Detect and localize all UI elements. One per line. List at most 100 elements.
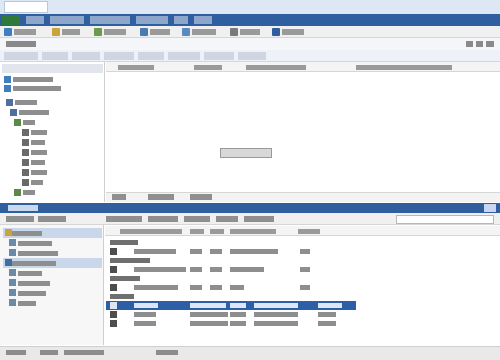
tree-item[interactable] [10,108,102,117]
tree-item[interactable] [22,138,102,147]
list-group-header[interactable] [106,256,496,265]
center-action-button[interactable] [220,148,272,158]
filter-button[interactable] [204,52,234,60]
search-input[interactable] [396,215,494,224]
filter-button[interactable] [168,52,200,60]
tab[interactable] [148,194,174,200]
tree-item[interactable] [22,128,102,137]
list-group-label [110,240,138,245]
tree-item-label [15,100,37,105]
properties-icon [272,28,280,36]
edit-icon [52,28,60,36]
filter-button[interactable] [138,52,164,60]
tree-item[interactable] [4,84,102,93]
panel-nav-item[interactable] [3,258,102,268]
tree-item-label [13,77,53,82]
column-header[interactable] [120,229,182,234]
toolbar-button[interactable] [182,28,224,36]
panel-toolbar-button[interactable] [106,216,142,222]
tree-item-label [19,110,49,115]
item-icon [110,266,117,273]
tree-item[interactable] [14,118,102,127]
toolbar-button[interactable] [94,28,134,36]
item-icon [110,284,117,291]
list-row[interactable] [106,319,496,328]
tab[interactable] [190,194,212,200]
panel-toolbar-button[interactable] [184,216,210,222]
panel-nav-item[interactable] [3,268,102,278]
panel-toolbar-button[interactable] [6,216,34,222]
list-row[interactable] [106,247,496,256]
tree-item[interactable] [14,188,102,197]
filter-button[interactable] [72,52,100,60]
list-cell [134,267,186,272]
menu-item[interactable] [174,16,188,24]
menu-item[interactable] [26,16,44,24]
tree-item[interactable] [22,168,102,177]
panel-nav-label [12,231,42,236]
toolbar-button[interactable] [230,28,266,36]
app-menu-button[interactable] [2,15,20,25]
list-row-selected[interactable] [106,301,356,310]
panel-toolbar-button[interactable] [148,216,178,222]
window-title [4,1,48,13]
filter-button[interactable] [4,52,38,60]
filter-button[interactable] [42,52,68,60]
toolbar-button[interactable] [140,28,176,36]
list-group-header[interactable] [106,292,496,301]
toolbar-button-label [62,29,80,35]
panel-toolbar-button[interactable] [38,216,66,222]
filter-button[interactable] [238,52,266,60]
refresh-icon[interactable] [486,41,494,47]
tree-item-label [23,120,35,125]
list-row[interactable] [106,265,496,274]
tree-item[interactable] [22,178,102,187]
list-group-header[interactable] [106,238,496,247]
tree-item-label [31,150,47,155]
folder-icon [14,119,21,126]
item-icon [110,311,117,318]
panel-toolbar-button[interactable] [244,216,274,222]
column-header[interactable] [356,65,452,70]
column-header[interactable] [190,229,204,234]
menu-item[interactable] [194,16,212,24]
back-icon[interactable] [466,41,473,47]
toolbar-button[interactable] [272,28,312,36]
column-header[interactable] [230,229,276,234]
tree-item[interactable] [22,158,102,167]
panel-nav-item[interactable] [3,278,102,288]
menu-item[interactable] [136,16,168,24]
panel-nav-item[interactable] [3,248,102,258]
column-header[interactable] [210,229,224,234]
column-header[interactable] [246,65,306,70]
list-cell [254,303,298,308]
column-header[interactable] [118,65,154,70]
tree-item[interactable] [22,148,102,157]
panel-toolbar-button[interactable] [216,216,238,222]
panel-nav-item[interactable] [3,228,102,238]
list-row[interactable] [106,283,496,292]
filter-button[interactable] [104,52,134,60]
list-row[interactable] [106,310,496,319]
list-group-header[interactable] [106,274,496,283]
toolbar-button[interactable] [4,28,44,36]
panel-nav-item[interactable] [3,238,102,248]
breadcrumb[interactable] [6,41,36,47]
file-icon [22,179,29,186]
folder-icon [5,259,12,266]
forward-icon[interactable] [476,41,483,47]
menu-item[interactable] [90,16,130,24]
list-cell [230,249,278,254]
item-icon [9,299,16,306]
panel-nav-item[interactable] [3,298,102,308]
column-header[interactable] [298,229,320,234]
panel-nav-item[interactable] [3,288,102,298]
item-icon [9,289,16,296]
column-header[interactable] [194,65,222,70]
menu-item[interactable] [50,16,84,24]
tree-item[interactable] [4,75,102,84]
toolbar-button[interactable] [52,28,88,36]
tab[interactable] [112,194,126,200]
tree-item[interactable] [6,98,102,107]
close-icon[interactable] [484,204,496,212]
